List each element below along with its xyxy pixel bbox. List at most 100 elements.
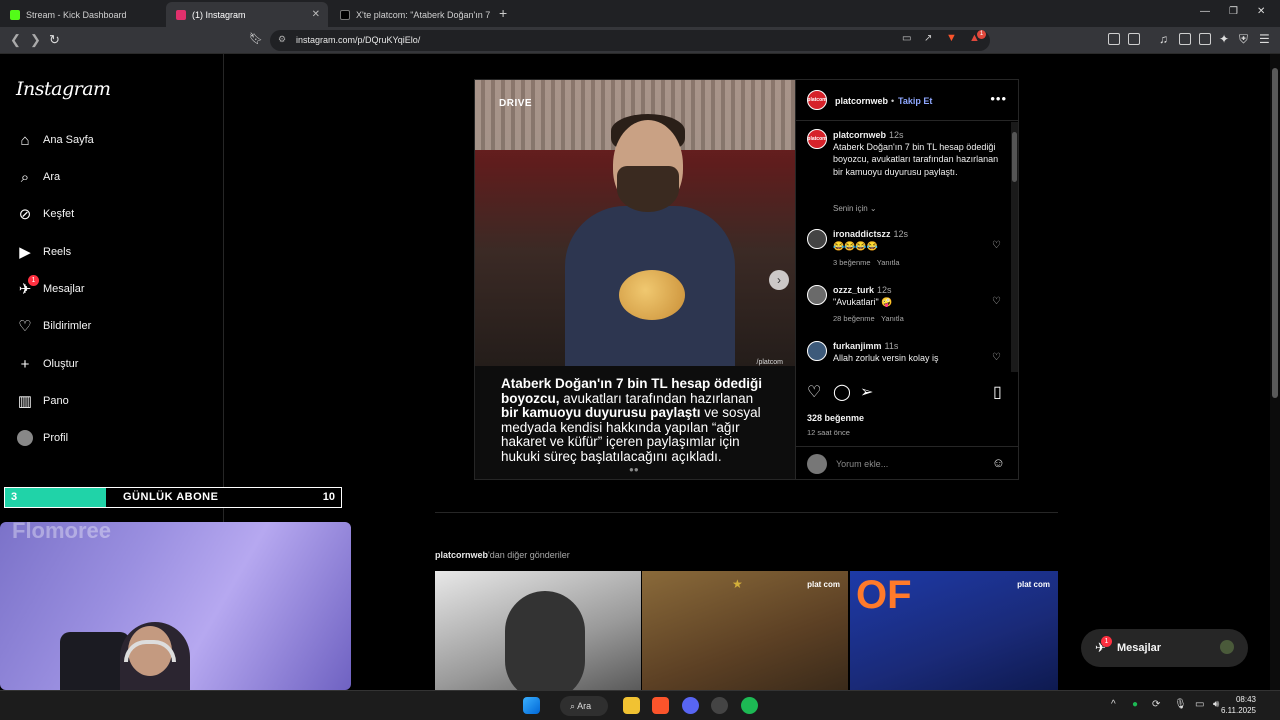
sidebar-toggle-icon[interactable] (1179, 33, 1191, 45)
sidebar-item-search[interactable]: ⌕ Ara (16, 165, 60, 189)
commenter-avatar[interactable] (807, 285, 827, 305)
like-comment-icon[interactable]: ♡ (992, 296, 1001, 307)
like-comment-icon[interactable]: ♡ (992, 352, 1001, 363)
comment: ironaddictszz 12s 😂😂😂😂 (833, 228, 993, 252)
minimize-icon[interactable]: — (1200, 6, 1210, 17)
follow-button[interactable]: Takip Et (898, 96, 932, 106)
file-explorer-icon[interactable] (623, 697, 640, 714)
more-posts-user[interactable]: platcornweb (435, 550, 488, 560)
close-window-icon[interactable]: ✕ (1257, 6, 1265, 17)
share-icon[interactable]: ➢ (860, 382, 873, 402)
sidebar-item-profile[interactable]: Profil (16, 426, 68, 450)
comment-text: Allah zorluk versin kolay iş (833, 353, 939, 364)
next-slide-icon[interactable]: › (769, 270, 789, 290)
author-username[interactable]: platcornweb (835, 96, 888, 106)
filter-label: Senin için (833, 204, 868, 213)
sidebar-item-home[interactable]: ⌂ Ana Sayfa (16, 128, 93, 152)
like-comment-icon[interactable]: ♡ (992, 240, 1001, 251)
display-icon[interactable]: ▭ (1195, 699, 1204, 710)
wallet2-icon[interactable] (1199, 33, 1211, 45)
start-icon[interactable] (523, 697, 540, 714)
bookmark-icon[interactable]: 🔖︎ (249, 32, 263, 45)
extensions-icon[interactable] (1108, 33, 1120, 45)
music-icon[interactable]: ♫ (1159, 32, 1168, 46)
forward-icon[interactable]: ❯ (30, 32, 41, 48)
sidebar-item-reels[interactable]: ▶ Reels (16, 240, 71, 264)
sidebar-item-notifications[interactable]: ♡ Bildirimler (16, 314, 91, 338)
messages-pill[interactable]: ✈ 1 Mesajlar (1081, 629, 1248, 667)
page-scroll-thumb[interactable] (1272, 68, 1278, 398)
leo-ai-icon[interactable]: ✦ (1219, 32, 1229, 46)
post-media[interactable]: DRIVE /platcom › Ataberk Doğan'ın 7 bin … (475, 80, 795, 479)
brave-icon[interactable] (652, 697, 669, 714)
comment-user[interactable]: ozzz_turk (833, 285, 874, 295)
close-tab-icon[interactable]: ✕ (312, 9, 320, 20)
more-post-thumbnail[interactable]: plat com ★ (642, 571, 848, 690)
site-info-icon[interactable]: ⚙ (278, 34, 286, 45)
brave-shield-icon[interactable]: ▼ (946, 32, 957, 44)
back-icon[interactable]: ❮ (10, 32, 21, 48)
sub-goal-fill (5, 488, 106, 507)
share-icon[interactable]: ↗ (924, 33, 932, 44)
tab-kick[interactable]: Stream - Kick Dashboard (0, 2, 165, 27)
comment-icon[interactable]: ◯ (833, 382, 851, 402)
obs-icon[interactable] (711, 697, 728, 714)
tab-instagram[interactable]: (1) Instagram ✕ (166, 2, 328, 27)
sidebar-item-create[interactable]: + Oluştur (16, 352, 79, 376)
sub-goal-label: GÜNLÜK ABONE (123, 491, 219, 503)
like-icon[interactable]: ♡ (807, 382, 821, 402)
sidebar-item-messages[interactable]: ✈ 1 Mesajlar (16, 275, 85, 301)
post-sidebar: platcom platcornweb • Takip Et ••• platc… (795, 80, 1019, 479)
commenter-avatar[interactable] (807, 229, 827, 249)
system-clock[interactable]: 08:43 6.11.2025 (1221, 694, 1256, 716)
sub-goal-bar: 3 GÜNLÜK ABONE 10 (4, 487, 342, 508)
comment-likes[interactable]: 28 beğenme (833, 314, 875, 323)
spotify-icon[interactable] (741, 697, 758, 714)
commenter-avatar[interactable] (807, 341, 827, 361)
tray-status-icon[interactable]: ● (1132, 699, 1138, 710)
more-post-thumbnail[interactable]: OF plat com (850, 571, 1058, 690)
cast-icon[interactable]: ▭ (902, 33, 911, 44)
comments-scrollbar[interactable] (1011, 122, 1018, 372)
more-options-icon[interactable]: ••• (990, 91, 1007, 106)
tray-chevron-icon[interactable]: ^ (1111, 699, 1116, 710)
microphone-icon[interactable]: 🎙︎ (1174, 699, 1187, 710)
page-scrollbar[interactable] (1270, 54, 1280, 690)
save-icon[interactable]: ▯ (993, 382, 1002, 402)
comment-input[interactable]: Yorum ekle... (836, 459, 888, 469)
menu-icon[interactable]: ☰ (1259, 32, 1270, 46)
for-you-filter[interactable]: Senin için ⌄ (833, 204, 877, 213)
scroll-thumb[interactable] (1012, 132, 1017, 182)
comment-user[interactable]: platcornweb (833, 130, 886, 140)
new-tab-button[interactable]: + (499, 5, 507, 21)
rewards-badge: 1 (977, 30, 986, 39)
more-post-thumbnail[interactable] (435, 571, 641, 690)
comment-likes[interactable]: 3 beğenme (833, 258, 871, 267)
tray-sync-icon[interactable]: ⟳ (1152, 699, 1160, 710)
reply-button[interactable]: Yanıtla (881, 314, 904, 323)
author-avatar[interactable]: platcom (807, 90, 827, 110)
reply-button[interactable]: Yanıtla (877, 258, 900, 267)
comments-list: platcom platcornweb 12s Ataberk Doğan'ın … (796, 121, 1019, 373)
url-field[interactable]: ⚙ instagram.com/p/DQruKYqiElo/ ▭ ↗ ▼ ▲ 1 (270, 30, 990, 51)
emoji-icon[interactable]: ☺ (992, 455, 1005, 470)
wallet-icon[interactable] (1128, 33, 1140, 45)
tab-x[interactable]: X'te platcom: "Ataberk Doğan'ın 7 bin (330, 2, 492, 27)
post-modal: DRIVE /platcom › Ataberk Doğan'ın 7 bin … (474, 79, 1019, 480)
comment: furkanjimm 11s Allah zorluk versin kolay … (833, 340, 993, 364)
volume-icon[interactable]: 🔊︎ (1213, 699, 1219, 710)
windows-taskbar: ⌕ Ara ^ ● ⟳ 🎙︎ ▭ 🔊︎ 08:43 6.11.2025 (0, 690, 1280, 720)
instagram-logo[interactable]: Instagram (16, 78, 111, 100)
comment-user[interactable]: ironaddictszz (833, 229, 891, 239)
restore-icon[interactable]: ❐ (1229, 6, 1238, 17)
like-count[interactable]: 328 beğenme (807, 413, 864, 423)
sidebar-item-explore[interactable]: ⊘ Keşfet (16, 202, 74, 226)
taskbar-search[interactable]: ⌕ Ara (560, 696, 608, 716)
sidebar-item-dashboard[interactable]: ▥ Pano (16, 389, 69, 413)
comment-user[interactable]: furkanjimm (833, 341, 882, 351)
discord-icon[interactable] (682, 697, 699, 714)
author-avatar[interactable]: platcom (807, 129, 827, 149)
comment-time: 12s (889, 130, 904, 140)
reload-icon[interactable]: ↻ (49, 32, 60, 48)
vpn-icon[interactable]: ⛨ (1239, 32, 1248, 47)
